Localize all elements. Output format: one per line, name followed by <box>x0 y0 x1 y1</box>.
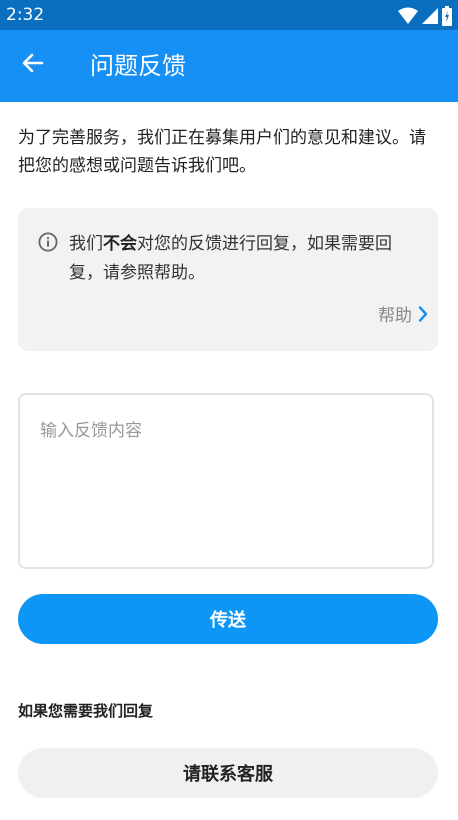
arrow-back-icon <box>21 51 45 79</box>
page-title: 问题反馈 <box>90 52 186 80</box>
status-bar: 2:32 <box>0 0 458 30</box>
contact-support-button[interactable]: 请联系客服 <box>18 748 438 798</box>
info-icon <box>38 232 58 256</box>
back-button[interactable] <box>10 42 56 88</box>
notice-text-before: 我们 <box>69 234 103 254</box>
notice-message: 我们不会对您的反馈进行回复，如果需要回复，请参照帮助。 <box>69 230 419 288</box>
battery-charging-icon <box>442 6 452 30</box>
feedback-input[interactable] <box>18 393 434 569</box>
wifi-icon <box>398 7 418 29</box>
reply-section-heading: 如果您需要我们回复 <box>18 702 154 720</box>
notice-text-bold: 不会 <box>103 234 137 254</box>
send-button[interactable]: 传送 <box>18 594 438 644</box>
help-link[interactable]: 帮助 <box>378 304 428 328</box>
signal-icon <box>422 7 438 29</box>
status-icons <box>398 6 452 30</box>
notice-card: 我们不会对您的反馈进行回复，如果需要回复，请参照帮助。 帮助 <box>18 208 438 351</box>
intro-text: 为了完善服务，我们正在募集用户们的意见和建议。请把您的感想或问题告诉我们吧。 <box>18 128 426 176</box>
help-link-label: 帮助 <box>378 306 412 326</box>
status-time: 2:32 <box>6 5 45 25</box>
chevron-right-icon <box>418 306 428 326</box>
app-bar: 问题反馈 <box>0 30 458 102</box>
